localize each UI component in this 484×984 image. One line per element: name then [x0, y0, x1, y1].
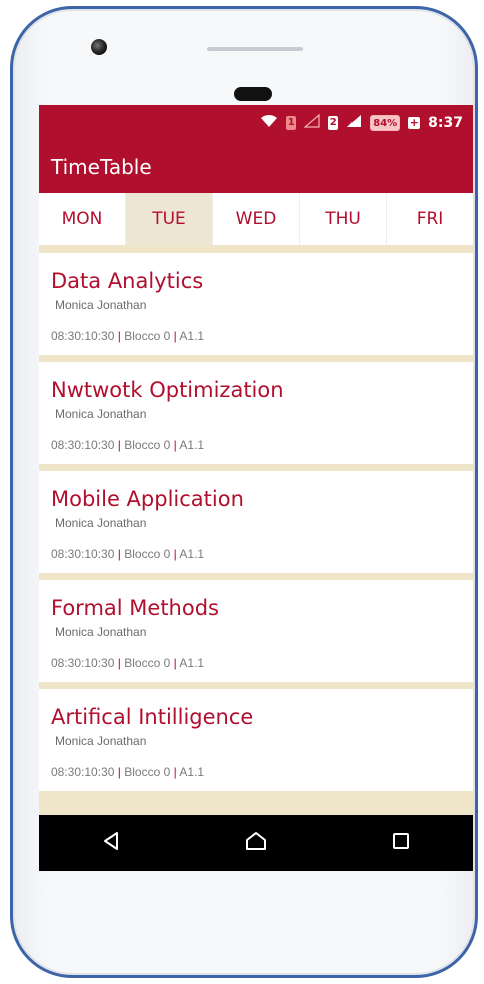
lesson-title: Formal Methods — [51, 596, 219, 620]
status-bar: 1 2 84% + 8:37 — [39, 105, 473, 141]
recents-button[interactable] — [371, 823, 431, 863]
separator: | — [117, 765, 121, 779]
battery-icon: 84% — [370, 115, 401, 131]
lesson-time: 08:30:10:30 — [51, 438, 115, 452]
lesson-time: 08:30:10:30 — [51, 765, 115, 779]
back-icon — [102, 831, 120, 855]
lesson-teacher: Monica Jonathan — [55, 625, 147, 639]
back-button[interactable] — [81, 823, 141, 863]
lesson-teacher: Monica Jonathan — [55, 516, 147, 530]
battery-level: 84% — [373, 117, 398, 129]
home-icon — [245, 831, 267, 855]
app-bar: TimeTable — [39, 141, 473, 193]
lesson-room: A1.1 — [179, 438, 205, 452]
separator: | — [117, 656, 121, 670]
lesson-time: 08:30:10:30 — [51, 329, 115, 343]
lesson-info: 08:30:10:30 | Blocco 0 | A1.1 — [51, 765, 204, 779]
phone-frame: 1 2 84% + 8:37 TimeTable MON TUE WED THU… — [10, 6, 478, 978]
lesson-card[interactable]: Mobile Application Monica Jonathan 08:30… — [39, 471, 473, 573]
lesson-building: Blocco 0 — [124, 329, 171, 343]
lesson-card[interactable]: Data Analytics Monica Jonathan 08:30:10:… — [39, 253, 473, 355]
separator: | — [173, 329, 177, 343]
tab-thu[interactable]: THU — [300, 193, 387, 245]
lesson-info: 08:30:10:30 | Blocco 0 | A1.1 — [51, 656, 204, 670]
lesson-time: 08:30:10:30 — [51, 656, 115, 670]
lesson-title: Mobile Application — [51, 487, 244, 511]
lesson-title: Data Analytics — [51, 269, 204, 293]
lesson-card[interactable]: Artifical Intilligence Monica Jonathan 0… — [39, 689, 473, 791]
lesson-room: A1.1 — [179, 765, 205, 779]
lesson-card[interactable]: Formal Methods Monica Jonathan 08:30:10:… — [39, 580, 473, 682]
tab-wed[interactable]: WED — [213, 193, 300, 245]
signal-icon — [346, 114, 362, 132]
app-title: TimeTable — [51, 155, 152, 179]
lesson-teacher: Monica Jonathan — [55, 298, 147, 312]
wifi-icon — [260, 114, 278, 132]
lesson-building: Blocco 0 — [124, 547, 171, 561]
lesson-info: 08:30:10:30 | Blocco 0 | A1.1 — [51, 329, 204, 343]
front-camera — [91, 39, 107, 55]
lesson-list: Data Analytics Monica Jonathan 08:30:10:… — [39, 253, 473, 791]
lesson-room: A1.1 — [179, 547, 205, 561]
charging-icon: + — [408, 116, 421, 129]
lesson-card[interactable]: Nwtwotk Optimization Monica Jonathan 08:… — [39, 362, 473, 464]
lesson-building: Blocco 0 — [124, 656, 171, 670]
separator: | — [173, 656, 177, 670]
tab-fri[interactable]: FRI — [387, 193, 473, 245]
lesson-room: A1.1 — [179, 656, 205, 670]
signal-empty-icon — [303, 113, 320, 132]
lesson-room: A1.1 — [179, 329, 205, 343]
separator: | — [117, 547, 121, 561]
separator: | — [173, 765, 177, 779]
tab-mon[interactable]: MON — [39, 193, 126, 245]
speaker-grille — [207, 47, 303, 51]
lesson-title: Nwtwotk Optimization — [51, 378, 284, 402]
lesson-time: 08:30:10:30 — [51, 547, 115, 561]
lesson-title: Artifical Intilligence — [51, 705, 254, 729]
sim2-icon: 2 — [328, 116, 339, 130]
day-tabs: MON TUE WED THU FRI — [39, 193, 473, 253]
navigation-bar — [39, 815, 473, 871]
separator: | — [117, 438, 121, 452]
lesson-building: Blocco 0 — [124, 765, 171, 779]
separator: | — [173, 438, 177, 452]
clock: 8:37 — [428, 115, 463, 131]
lesson-building: Blocco 0 — [124, 438, 171, 452]
lesson-teacher: Monica Jonathan — [55, 734, 147, 748]
sim1-icon: 1 — [286, 116, 297, 130]
separator: | — [173, 547, 177, 561]
home-button[interactable] — [226, 823, 286, 863]
recents-icon — [392, 832, 410, 854]
tab-tue[interactable]: TUE — [126, 193, 213, 245]
screen: 1 2 84% + 8:37 TimeTable MON TUE WED THU… — [39, 105, 473, 871]
lesson-info: 08:30:10:30 | Blocco 0 | A1.1 — [51, 547, 204, 561]
lesson-teacher: Monica Jonathan — [55, 407, 147, 421]
separator: | — [117, 329, 121, 343]
earpiece — [234, 87, 272, 101]
lesson-info: 08:30:10:30 | Blocco 0 | A1.1 — [51, 438, 204, 452]
